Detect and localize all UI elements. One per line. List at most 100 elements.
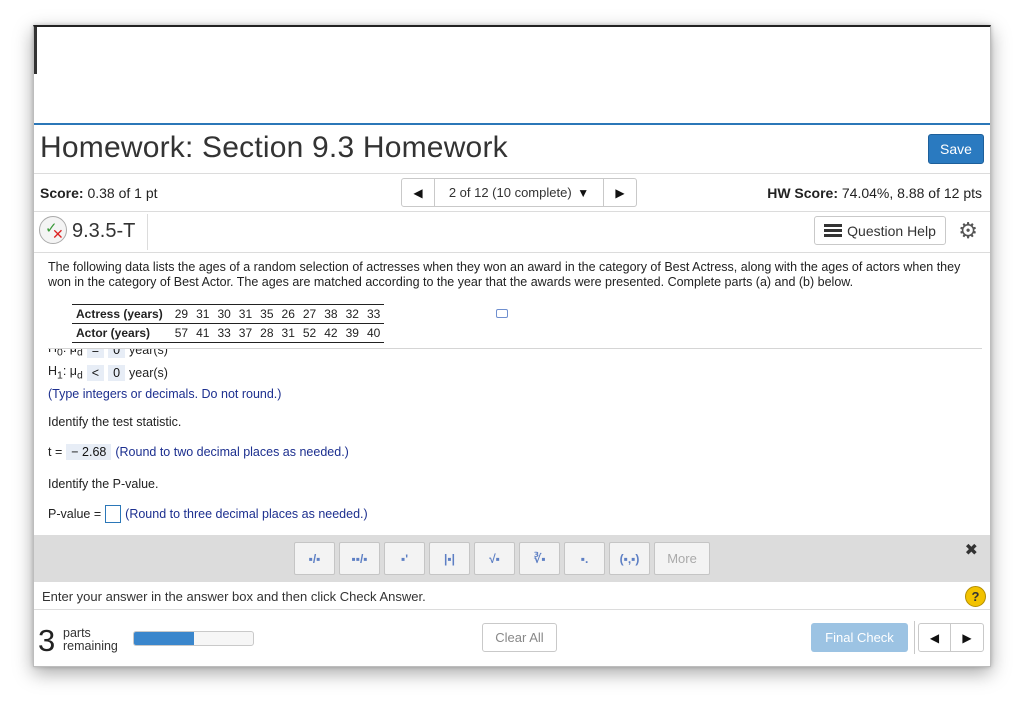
table-cell: 37 bbox=[234, 323, 257, 343]
browser-window: Homework: Section 9.3 Homework Save Scor… bbox=[33, 25, 991, 667]
table-row: Actress (years) 29 31 30 31 35 26 27 38 … bbox=[72, 304, 385, 324]
divider bbox=[34, 173, 990, 174]
progress-fill bbox=[134, 632, 194, 645]
table-cell: 27 bbox=[298, 304, 321, 324]
decimal-tool[interactable]: ▪. bbox=[564, 542, 605, 575]
next-question-button[interactable]: ▶ bbox=[603, 179, 636, 206]
save-button[interactable]: Save bbox=[928, 134, 984, 164]
banner-edge bbox=[34, 27, 37, 74]
test-statistic-line: t = − 2.68 (Round to two decimal places … bbox=[48, 444, 349, 460]
ordered-pair-tool[interactable]: (▪,▪) bbox=[609, 542, 650, 575]
parts-label-line2: remaining bbox=[63, 639, 118, 653]
gear-icon[interactable]: ⚙ bbox=[958, 218, 978, 244]
table-cell: 29 bbox=[170, 304, 193, 324]
table-cell: 38 bbox=[320, 304, 342, 324]
divider bbox=[147, 214, 148, 250]
next-part-button[interactable]: ▶ bbox=[951, 624, 983, 651]
t-label: t = bbox=[48, 445, 63, 459]
identify-statistic-prompt: Identify the test statistic. bbox=[48, 415, 182, 429]
h1-operator-box[interactable]: < bbox=[86, 365, 105, 381]
data-table: Actress (years) 29 31 30 31 35 26 27 38 … bbox=[72, 304, 385, 343]
question-help-label: Question Help bbox=[847, 222, 936, 239]
h1-mu-subscript: d bbox=[76, 370, 83, 382]
triangle-down-icon: ▼ bbox=[577, 186, 590, 200]
partial-credit-icon: ✓ ✕ bbox=[39, 216, 67, 244]
table-cell: 40 bbox=[362, 323, 385, 343]
table-cell: 26 bbox=[277, 304, 299, 324]
page-title: Homework: Section 9.3 Homework bbox=[40, 131, 508, 164]
table-cell: 32 bbox=[341, 304, 363, 324]
h1-letter: H bbox=[48, 364, 58, 379]
question-select-dropdown[interactable]: 2 of 12 (10 complete) ▼ bbox=[435, 179, 603, 206]
footer: 3 parts remaining Clear All Final Check … bbox=[34, 611, 990, 666]
top-banner bbox=[34, 27, 990, 125]
previous-question-button[interactable]: ◀ bbox=[402, 179, 435, 206]
close-icon[interactable]: ✖ bbox=[965, 540, 978, 560]
previous-part-button[interactable]: ◀ bbox=[919, 624, 951, 651]
h0-unit: year(s) bbox=[129, 349, 168, 357]
t-value-box[interactable]: − 2.68 bbox=[66, 444, 112, 460]
square-root-tool[interactable]: √▪ bbox=[474, 542, 515, 575]
math-tool-group: ▪/▪ ▪▪/▪ ▪' |▪| √▪ ∛▪ ▪. (▪,▪) More bbox=[294, 542, 710, 575]
copy-table-icon[interactable] bbox=[496, 309, 508, 318]
row-label: Actress (years) bbox=[72, 304, 171, 324]
h0-value-box[interactable]: 0 bbox=[108, 349, 126, 358]
triangle-left-icon: ◀ bbox=[413, 185, 423, 200]
table-row: Actor (years) 57 41 33 37 28 31 52 42 39… bbox=[72, 323, 385, 343]
score: Score: 0.38 of 1 pt bbox=[40, 185, 158, 201]
table-cell: 42 bbox=[320, 323, 342, 343]
clear-all-button[interactable]: Clear All bbox=[482, 623, 557, 652]
parts-label: parts remaining bbox=[63, 627, 118, 653]
hw-score-label: HW Score: bbox=[767, 185, 838, 201]
h1-value-box[interactable]: 0 bbox=[108, 365, 126, 381]
list-icon bbox=[824, 224, 843, 237]
p-value-input[interactable] bbox=[105, 505, 122, 523]
hw-score: HW Score: 74.04%, 8.88 of 12 pts bbox=[767, 185, 982, 201]
h0-letter: H bbox=[48, 349, 57, 355]
h1-mu: : μ bbox=[62, 364, 77, 379]
table-cell: 52 bbox=[298, 323, 321, 343]
h1-unit: year(s) bbox=[129, 366, 168, 380]
table-cell: 31 bbox=[234, 304, 257, 324]
p-label: P-value = bbox=[48, 507, 102, 521]
parts-count: 3 bbox=[38, 623, 56, 658]
triangle-right-icon: ▶ bbox=[615, 185, 625, 200]
h0-mu-subscript: d bbox=[76, 349, 83, 359]
table-cell: 30 bbox=[213, 304, 235, 324]
exponent-tool[interactable]: ▪' bbox=[384, 542, 425, 575]
h0-operator-box[interactable]: = bbox=[86, 349, 105, 358]
table-cell: 28 bbox=[256, 323, 278, 343]
final-check-button[interactable]: Final Check bbox=[811, 623, 908, 652]
score-row: Score: 0.38 of 1 pt ◀ 2 of 12 (10 comple… bbox=[34, 177, 990, 209]
table-cell: 33 bbox=[213, 323, 235, 343]
triangle-right-icon: ▶ bbox=[962, 630, 972, 645]
fraction-tool[interactable]: ▪/▪ bbox=[294, 542, 335, 575]
null-hypothesis: H0: μd = 0 year(s) bbox=[48, 349, 168, 359]
table-cell: 33 bbox=[362, 304, 385, 324]
x-icon: ✕ bbox=[52, 226, 64, 242]
table-cell: 35 bbox=[256, 304, 278, 324]
question-header: ✓ ✕ 9.3.5-T Question Help ⚙ bbox=[34, 214, 990, 250]
question-help-button[interactable]: Question Help bbox=[814, 216, 946, 245]
absolute-value-tool[interactable]: |▪| bbox=[429, 542, 470, 575]
row-label: Actor (years) bbox=[72, 323, 171, 343]
bottom-navigator: ◀ ▶ bbox=[918, 623, 984, 652]
mixed-number-tool[interactable]: ▪▪/▪ bbox=[339, 542, 380, 575]
status-bar: Enter your answer in the answer box and … bbox=[34, 582, 990, 610]
p-value-line: P-value = (Round to three decimal places… bbox=[48, 505, 368, 523]
t-hint: (Round to two decimal places as needed.) bbox=[115, 445, 349, 459]
score-label: Score: bbox=[40, 185, 84, 201]
table-cell: 57 bbox=[170, 323, 193, 343]
help-icon[interactable]: ? bbox=[965, 586, 986, 607]
divider bbox=[914, 621, 915, 654]
status-message: Enter your answer in the answer box and … bbox=[42, 589, 426, 604]
question-position: 2 of 12 (10 complete) bbox=[448, 185, 572, 200]
problem-statement: The following data lists the ages of a r… bbox=[48, 260, 961, 289]
alternative-hypothesis: H1: μd < 0 year(s) bbox=[48, 364, 168, 382]
more-button[interactable]: More bbox=[654, 542, 710, 575]
table-cell: 41 bbox=[192, 323, 214, 343]
nth-root-tool[interactable]: ∛▪ bbox=[519, 542, 560, 575]
question-navigator: ◀ 2 of 12 (10 complete) ▼ ▶ bbox=[401, 178, 637, 207]
table-cell: 31 bbox=[192, 304, 214, 324]
h0-mu: : μ bbox=[63, 349, 77, 355]
